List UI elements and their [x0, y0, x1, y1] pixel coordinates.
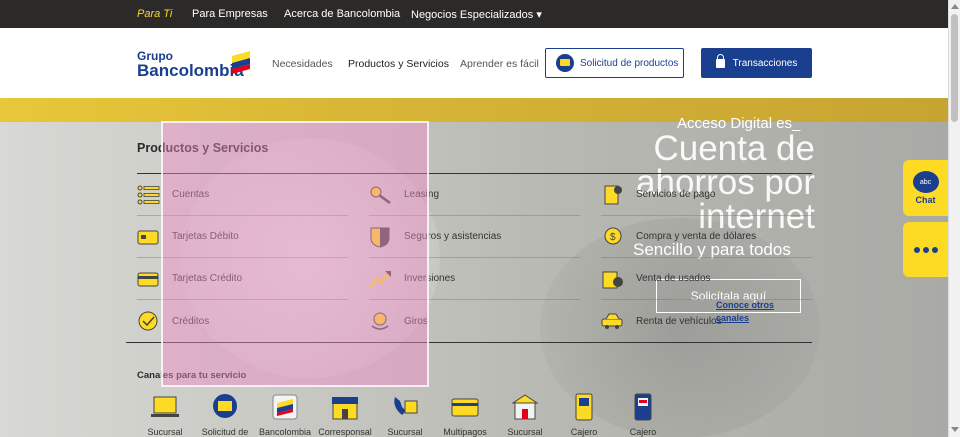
menu-item-cuentas[interactable]: Cuentas [137, 174, 348, 216]
transacciones-button[interactable]: Transacciones [701, 48, 812, 78]
key-icon [369, 184, 393, 206]
menu-item-label: Venta de usados [636, 273, 711, 284]
topbar-link-negocios-especializados[interactable]: Negocios Especializados ▾ [411, 8, 542, 21]
canal-solicitud[interactable]: Solicitud de [196, 393, 254, 437]
dot-icon [922, 246, 929, 253]
bancolombia-app-icon [270, 393, 300, 421]
topbar-link-para-ti[interactable]: Para Ti [137, 8, 172, 20]
topbar-link-acerca[interactable]: Acerca de Bancolombia [284, 8, 400, 20]
logo-flag-icon [232, 51, 250, 74]
canales-title: Canales para tu servicio [137, 370, 247, 381]
menu-item-venta-usados[interactable]: Venta de usados [601, 258, 812, 300]
menu-item-label: Servicios de pago [636, 189, 716, 200]
menu-item-compra-venta-dolares[interactable]: $ Compra y venta de dólares [601, 216, 812, 258]
canal-label: Sucursal [507, 427, 543, 437]
menu-item-label: Cuentas [172, 189, 210, 200]
phone-branch-icon [390, 393, 420, 421]
canal-cajero-depositos[interactable]: Cajero [614, 393, 672, 437]
store-icon [330, 393, 360, 421]
menu-title: Productos y Servicios [137, 141, 269, 155]
top-navigation-bar: Para Ti Para Empresas Acerca de Bancolom… [0, 0, 948, 28]
nav-necesidades[interactable]: Necesidades [272, 58, 333, 70]
main-header: Grupo Bancolombia Necesidades Productos … [0, 28, 948, 98]
used-sale-icon [601, 268, 625, 290]
building-icon [510, 393, 540, 421]
nav-aprender-es-facil[interactable]: Aprender es fácil [460, 58, 539, 70]
menu-item-leasing[interactable]: Leasing [369, 174, 580, 216]
menu-item-label: Créditos [172, 315, 210, 327]
growth-chart-icon [368, 268, 393, 290]
menu-item-inversiones[interactable]: Inversiones [368, 258, 580, 300]
scroll-thumb[interactable] [951, 14, 958, 122]
request-icon [210, 393, 240, 421]
menu-item-label: Seguros y asistencias [404, 231, 502, 242]
laptop-icon [150, 393, 180, 421]
shield-icon [369, 226, 393, 248]
svg-text:$: $ [610, 232, 616, 243]
atm-deposit-icon [628, 393, 658, 421]
scroll-down-icon[interactable] [951, 427, 959, 432]
canal-label: Cajero [570, 427, 598, 437]
scroll-up-icon[interactable] [951, 4, 959, 9]
menu-item-creditos[interactable]: Créditos [137, 300, 348, 342]
menu-item-label: Giros [404, 315, 428, 327]
logo-bancolombia-text: Bancolombia [137, 61, 244, 80]
car-rental-icon [601, 310, 625, 332]
menu-item-label: Leasing [404, 189, 440, 200]
multipay-card-icon [450, 393, 480, 421]
atm-icon [569, 393, 599, 421]
more-options-button[interactable] [903, 222, 948, 277]
bancolombia-logo[interactable]: Grupo Bancolombia [137, 50, 250, 80]
menu-item-renta-vehiculos[interactable]: Renta de vehículos [601, 300, 812, 342]
canal-label: Bancolombia [258, 427, 312, 437]
check-circle-icon [137, 310, 161, 332]
canal-label: Multipagos [443, 427, 487, 437]
dollar-exchange-icon: $ [601, 226, 625, 248]
debit-card-icon [137, 226, 161, 248]
list-icon [137, 184, 161, 206]
canal-label: Cajero [629, 427, 657, 437]
canal-sucursal-virtual[interactable]: Sucursal [136, 393, 194, 437]
canal-multipagos[interactable]: Multipagos [436, 393, 494, 437]
menu-item-label: Compra y venta de dólares [636, 231, 757, 242]
canal-sucursal-fisica[interactable]: Sucursal [496, 393, 554, 437]
chat-widget-button[interactable]: abc Chat [903, 160, 948, 216]
product-request-icon [556, 54, 574, 72]
menu-item-label: Tarjetas Débito [172, 231, 239, 242]
canal-corresponsal[interactable]: Corresponsal [316, 393, 374, 437]
menu-item-label: Inversiones [404, 273, 456, 284]
active-nav-caret [388, 92, 400, 98]
credit-card-icon [137, 268, 161, 290]
canal-bancolombia-app[interactable]: Bancolombia [256, 393, 314, 437]
money-transfer-icon [369, 310, 393, 332]
chat-bubble-icon: abc [912, 171, 939, 193]
menu-item-tarjetas-debito[interactable]: Tarjetas Débito [137, 216, 348, 258]
menu-item-seguros[interactable]: Seguros y asistencias [369, 216, 580, 258]
solicitud-productos-button[interactable]: Solicitud de productos [545, 48, 684, 78]
dot-icon [931, 246, 938, 253]
canal-label: Solicitud de [201, 427, 249, 437]
canal-label: Corresponsal [318, 427, 372, 437]
menu-item-giros[interactable]: Giros [369, 300, 580, 342]
transacciones-label: Transacciones [732, 57, 798, 69]
canal-label: Sucursal [147, 427, 183, 437]
topbar-link-para-empresas[interactable]: Para Empresas [192, 8, 268, 20]
canal-sucursal-telefonica[interactable]: Sucursal [376, 393, 434, 437]
menu-bottom-divider [126, 342, 812, 343]
page-scrollbar[interactable] [948, 0, 960, 437]
menu-item-tarjetas-credito[interactable]: Tarjetas Crédito [137, 258, 348, 300]
nav-productos-servicios[interactable]: Productos y Servicios [348, 58, 449, 70]
bill-payment-icon [601, 184, 625, 206]
hero-yellow-stripe [0, 98, 948, 122]
solicitud-productos-label: Solicitud de productos [580, 57, 679, 69]
canal-label: Sucursal [387, 427, 423, 437]
menu-item-label: Renta de vehículos [636, 315, 722, 327]
menu-item-servicios-pago[interactable]: Servicios de pago [601, 174, 812, 216]
chat-label: Chat [915, 195, 936, 205]
canal-cajero[interactable]: Cajero [555, 393, 613, 437]
lock-icon [715, 53, 725, 68]
menu-item-label: Tarjetas Crédito [172, 273, 243, 284]
dot-icon [913, 246, 920, 253]
